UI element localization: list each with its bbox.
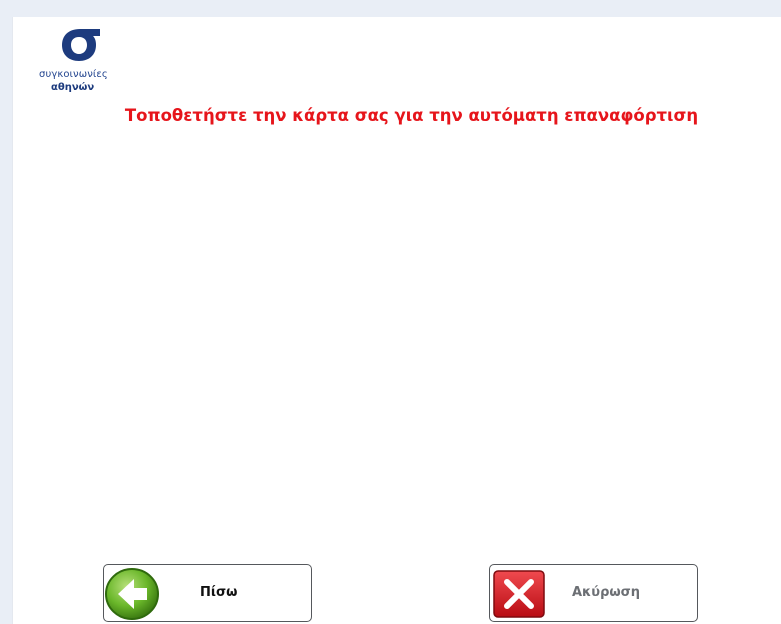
cancel-button-label: Ακύρωση <box>572 585 641 600</box>
back-button-label: Πίσω <box>200 585 238 600</box>
cancel-button[interactable]: Ακύρωση <box>489 564 698 622</box>
oasa-logo: συγκοινωνίες αθηνών <box>39 27 129 97</box>
logo-text-line1: συγκοινωνίες <box>39 69 108 80</box>
back-arrow-icon <box>105 568 159 620</box>
back-button[interactable]: Πίσω <box>103 564 312 622</box>
close-x-icon <box>493 570 545 618</box>
kiosk-screen: συγκοινωνίες αθηνών Τοποθετήστε την κάρτ… <box>12 17 781 624</box>
sigma-logo-icon <box>62 29 100 61</box>
card-instruction-text: Τοποθετήστε την κάρτα σας για την αυτόμα… <box>124 106 699 125</box>
logo-text-line2: αθηνών <box>51 82 95 93</box>
